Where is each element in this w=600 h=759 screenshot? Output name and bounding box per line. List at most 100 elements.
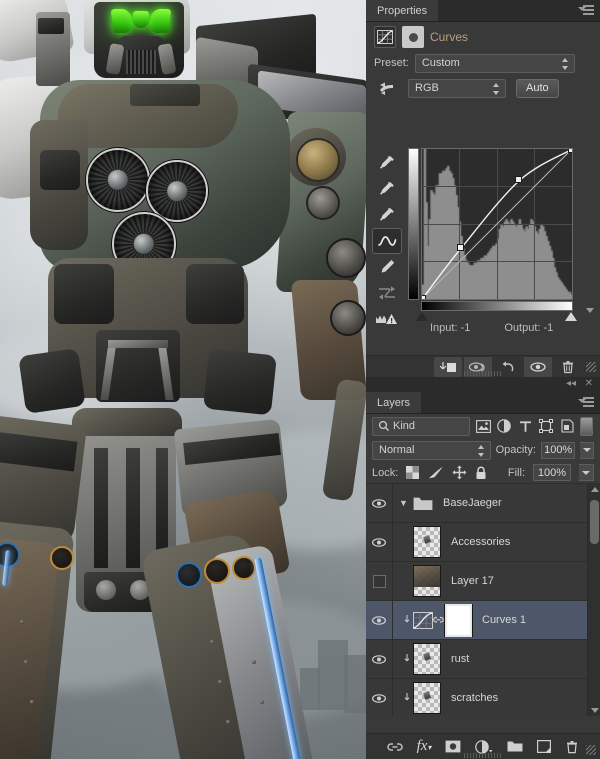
layer-visibility-toggle[interactable]: [366, 523, 393, 561]
layer-list-scrollbar[interactable]: [587, 484, 600, 716]
layer-visibility-toggle[interactable]: [366, 562, 393, 600]
layer-name[interactable]: Layer 17: [451, 575, 494, 587]
layer-name[interactable]: Curves 1: [482, 614, 526, 626]
layer-thumbnail[interactable]: [413, 682, 441, 714]
clip-to-layer-button[interactable]: [434, 357, 462, 377]
filter-type-layers-icon[interactable]: [517, 418, 533, 434]
mask-link-icon[interactable]: [433, 614, 445, 626]
robot-right-arm-gear-small: [306, 186, 340, 220]
adjustment-layer-thumbnail[interactable]: [413, 612, 433, 629]
preset-select[interactable]: Custom: [415, 54, 575, 73]
smooth-curve-tool[interactable]: [372, 280, 402, 306]
opacity-dropdown-arrow[interactable]: [580, 442, 594, 459]
layer-row-content[interactable]: rust: [393, 643, 600, 675]
layers-tabstrip[interactable]: Layers: [366, 392, 600, 414]
group-disclosure-triangle[interactable]: ▼: [399, 498, 413, 508]
filter-pixel-layers-icon[interactable]: [475, 418, 491, 434]
filter-enable-toggle[interactable]: [580, 417, 593, 436]
layer-name[interactable]: Accessories: [451, 536, 510, 548]
layer-filter-kind-select[interactable]: Kind: [372, 417, 470, 436]
layer-row-content[interactable]: Layer 17: [393, 565, 600, 597]
black-point-eyedropper[interactable]: [372, 176, 402, 202]
layer-name[interactable]: scratches: [451, 692, 498, 704]
filter-smart-object-icon[interactable]: [559, 418, 575, 434]
resize-grip-icon[interactable]: [586, 745, 596, 755]
fill-value[interactable]: 100%: [533, 464, 571, 481]
lock-position-icon[interactable]: [452, 465, 467, 480]
layer-row-scratches[interactable]: scratches: [366, 679, 600, 716]
resize-grip-icon[interactable]: [586, 362, 596, 372]
scroll-up-arrow[interactable]: [591, 487, 599, 492]
panel-menu-icon[interactable]: [578, 397, 594, 409]
layer-style-fx-button[interactable]: fx▾: [417, 738, 432, 755]
close-panel-icon[interactable]: ✕: [585, 379, 593, 389]
scrollbar-thumb[interactable]: [590, 500, 599, 544]
new-layer-button[interactable]: [537, 740, 551, 753]
collapse-to-icons-icon[interactable]: ◂◂: [566, 379, 576, 389]
white-input-slider[interactable]: [565, 312, 577, 321]
layer-row-content[interactable]: Accessories: [393, 526, 600, 558]
curve-control-point-2[interactable]: [515, 176, 522, 183]
layer-visibility-toggle[interactable]: [366, 601, 393, 639]
input-value: -1: [461, 322, 471, 334]
delete-adjustment-layer-button[interactable]: [554, 357, 582, 377]
layer-visibility-toggle[interactable]: [366, 484, 393, 522]
layer-name[interactable]: BaseJaeger: [443, 497, 502, 509]
add-layer-mask-button[interactable]: [445, 740, 461, 753]
tab-properties[interactable]: Properties: [366, 0, 439, 21]
filter-adjustment-layers-icon[interactable]: [496, 418, 512, 434]
layer-row-layer-17[interactable]: Layer 17: [366, 562, 600, 601]
panel-menu-icon[interactable]: [578, 5, 594, 17]
layer-row-content[interactable]: ▼ BaseJaeger: [393, 496, 600, 511]
layer-mask-thumbnail[interactable]: [445, 604, 472, 637]
tab-layers[interactable]: Layers: [366, 392, 422, 413]
tone-curve[interactable]: [422, 149, 572, 299]
layer-thumbnail[interactable]: [413, 643, 441, 675]
lock-image-pixels-icon[interactable]: [427, 466, 444, 479]
auto-button[interactable]: Auto: [516, 79, 559, 98]
sample-in-image-eyedropper[interactable]: [372, 150, 402, 176]
edit-points-curve-tool[interactable]: [372, 228, 402, 254]
layer-row-content[interactable]: scratches: [393, 682, 600, 714]
layer-name[interactable]: rust: [451, 653, 469, 665]
scroll-down-arrow[interactable]: [591, 708, 599, 713]
on-image-adjust-icon[interactable]: [376, 78, 398, 98]
layer-thumbnail[interactable]: [413, 565, 441, 597]
curves-grid[interactable]: [421, 148, 573, 300]
layer-row-basejaeger[interactable]: ▼ BaseJaeger: [366, 484, 600, 523]
layers-panel: ◂◂ ✕ Layers: [366, 377, 600, 759]
panel-resize-gripper[interactable]: [464, 753, 502, 758]
filter-shape-layers-icon[interactable]: [538, 418, 554, 434]
layer-visibility-toggle[interactable]: [366, 640, 393, 678]
toggle-layer-visibility-button[interactable]: [524, 357, 552, 377]
layer-row-accessories[interactable]: Accessories: [366, 523, 600, 562]
panel-resize-gripper[interactable]: [464, 371, 502, 376]
layer-row-curves-1[interactable]: Curves 1: [366, 601, 600, 640]
lock-all-icon[interactable]: [475, 466, 487, 480]
menu-line: [583, 13, 594, 15]
channel-select[interactable]: RGB: [408, 79, 506, 98]
gray-point-eyedropper[interactable]: [372, 202, 402, 228]
draw-curve-pencil-tool[interactable]: [372, 254, 402, 280]
curve-control-point-3[interactable]: [568, 148, 574, 153]
new-group-button[interactable]: [507, 740, 523, 753]
layer-visibility-toggle[interactable]: [366, 679, 393, 716]
fill-dropdown-arrow[interactable]: [579, 464, 594, 481]
layer-row-rust[interactable]: rust: [366, 640, 600, 679]
layer-thumbnail[interactable]: [413, 526, 441, 558]
properties-scroll-down-arrow[interactable]: [586, 308, 594, 313]
layer-list[interactable]: ▼ BaseJaeger Accessories Layer 17 Curves 1 ru…: [366, 484, 600, 716]
blend-mode-select[interactable]: Normal: [372, 441, 491, 460]
document-canvas[interactable]: [0, 0, 366, 759]
curves-graph-area[interactable]: [408, 148, 574, 316]
layer-row-content[interactable]: Curves 1: [393, 604, 600, 637]
properties-tabstrip[interactable]: Properties: [366, 0, 600, 22]
link-layers-button[interactable]: [387, 741, 403, 753]
new-adjustment-layer-button[interactable]: [475, 740, 493, 754]
curve-control-point-1[interactable]: [457, 244, 464, 251]
curve-control-point-0[interactable]: [421, 295, 426, 301]
black-input-slider[interactable]: [416, 312, 428, 321]
opacity-value[interactable]: 100%: [541, 442, 575, 459]
delete-layer-button[interactable]: [565, 740, 579, 754]
lock-transparent-pixels-icon[interactable]: [406, 466, 419, 479]
